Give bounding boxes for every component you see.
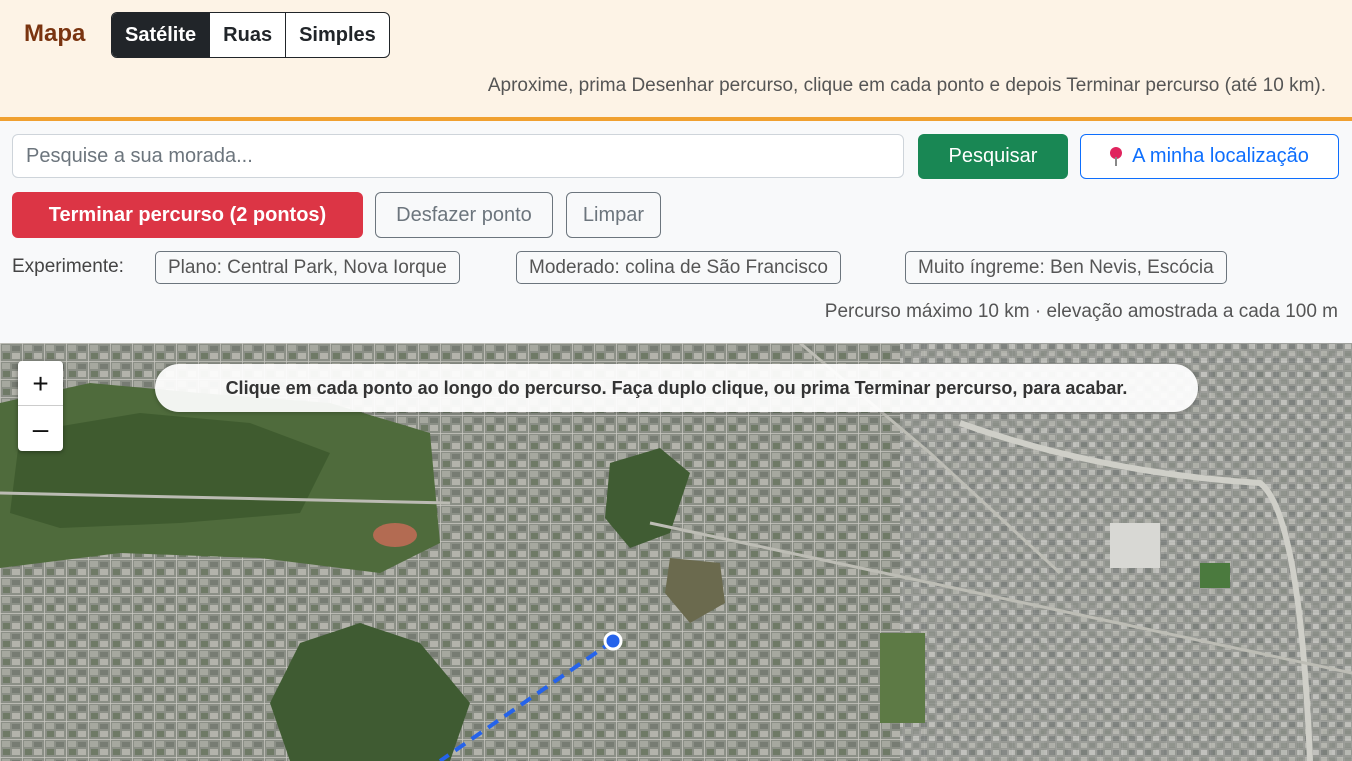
zoom-in-button[interactable]: + — [18, 361, 63, 406]
example-flat-chip[interactable]: Plano: Central Park, Nova Iorque — [155, 251, 460, 284]
layer-simple-button[interactable]: Simples — [286, 13, 389, 57]
my-location-button[interactable]: A minha localização — [1080, 134, 1339, 179]
layer-switcher: Satélite Ruas Simples — [111, 12, 390, 58]
zoom-control: + – — [18, 361, 63, 451]
layer-streets-button[interactable]: Ruas — [210, 13, 287, 57]
map-instruction-banner: Clique em cada ponto ao longo do percurs… — [155, 364, 1198, 412]
search-input[interactable] — [12, 134, 904, 178]
clear-button[interactable]: Limpar — [566, 192, 661, 238]
page-title: Mapa — [24, 20, 86, 47]
search-button[interactable]: Pesquisar — [918, 134, 1068, 179]
route-info-text: Percurso máximo 10 km · elevação amostra… — [824, 301, 1338, 322]
header-bar: Mapa Satélite Ruas Simples Aproxime, pri… — [0, 0, 1352, 121]
layer-satellite-button[interactable]: Satélite — [112, 13, 211, 57]
pin-icon — [1110, 147, 1123, 166]
zoom-out-button[interactable]: – — [18, 406, 63, 451]
example-steep-chip[interactable]: Muito íngreme: Ben Nevis, Escócia — [905, 251, 1227, 284]
my-location-label: A minha localização — [1132, 145, 1309, 167]
route-point-marker[interactable] — [603, 631, 623, 651]
example-moderate-chip[interactable]: Moderado: colina de São Francisco — [516, 251, 841, 284]
examples-label: Experimente: — [12, 256, 124, 277]
header-hint: Aproxime, prima Desenhar percurso, cliqu… — [487, 75, 1326, 96]
undo-point-button[interactable]: Desfazer ponto — [375, 192, 553, 238]
finish-route-button[interactable]: Terminar percurso (2 pontos) — [12, 192, 363, 238]
